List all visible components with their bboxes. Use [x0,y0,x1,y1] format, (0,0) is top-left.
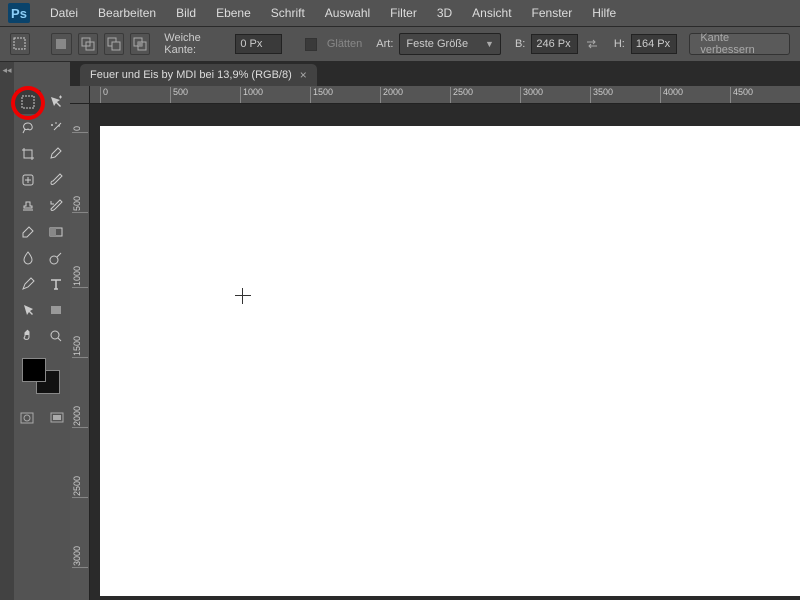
menu-filter[interactable]: Filter [380,2,427,24]
mode-label: Art: [376,38,393,50]
tool-magic-wand[interactable] [43,116,69,140]
options-bar: Weiche Kante: 0 Px Glätten Art: Feste Gr… [0,26,800,62]
menu-fenster[interactable]: Fenster [522,2,583,24]
refine-edge-button[interactable]: Kante verbessern [689,33,790,55]
tool-move[interactable] [43,90,69,114]
menubar: Ps DateiBearbeitenBildEbeneSchriftAuswah… [0,0,800,26]
tool-rectangle[interactable] [43,298,69,322]
menu-schrift[interactable]: Schrift [261,2,315,24]
menu-hilfe[interactable]: Hilfe [582,2,626,24]
screenmode-icon[interactable] [44,406,70,430]
close-icon[interactable]: × [300,68,307,82]
ruler-tick: 1500 [72,336,88,358]
ruler-tick: 2500 [450,87,473,103]
tool-gradient[interactable] [43,220,69,244]
ruler-tick: 0 [100,87,108,103]
tool-dodge[interactable] [43,246,69,270]
tool-healing[interactable] [15,168,41,192]
smooth-label: Glätten [327,38,362,50]
height-input[interactable]: 164 Px [631,34,677,54]
tool-path-select[interactable] [15,298,41,322]
foreground-swatch[interactable] [22,358,46,382]
menu-ebene[interactable]: Ebene [206,2,261,24]
menu-ansicht[interactable]: Ansicht [462,2,521,24]
ruler-tick: 1500 [310,87,333,103]
tool-lasso[interactable] [15,116,41,140]
width-input[interactable]: 246 Px [531,34,577,54]
toolbox [14,62,70,600]
tool-type[interactable] [43,272,69,296]
workspace: ◂◂ Feuer und Eis by MDI bei 13,9% (RGB/8… [0,62,800,600]
mode-add-icon[interactable] [78,33,98,55]
tool-stamp[interactable] [15,194,41,218]
ruler-tick: 500 [170,87,188,103]
canvas-container: 0 500 1000 1500 2000 2500 3000 3500 4000 4500 0 50… [70,86,800,600]
tab-strip: Feuer und Eis by MDI bei 13,9% (RGB/8) × [70,62,800,86]
tool-preset-icon[interactable] [10,33,30,55]
tool-brush[interactable] [43,168,69,192]
tool-history-brush[interactable] [43,194,69,218]
document-area: Feuer und Eis by MDI bei 13,9% (RGB/8) ×… [70,62,800,600]
tool-zoom[interactable] [43,324,69,348]
tab-title: Feuer und Eis by MDI bei 13,9% (RGB/8) [90,69,292,81]
mode-subtract-icon[interactable] [104,33,124,55]
tool-marquee[interactable] [15,90,41,114]
ruler-tick: 2000 [380,87,403,103]
tool-hand[interactable] [15,324,41,348]
width-label: B: [515,38,525,50]
collapse-strip[interactable]: ◂◂ [0,62,14,600]
tool-eraser[interactable] [15,220,41,244]
app-logo[interactable]: Ps [8,3,30,23]
ruler-tick: 2000 [72,406,88,428]
ruler-tick: 4000 [660,87,683,103]
tool-blur[interactable] [15,246,41,270]
height-label: H: [614,38,625,50]
tool-pen[interactable] [15,272,41,296]
mode-intersect-icon[interactable] [130,33,150,55]
ruler-tick: 1000 [72,266,88,288]
canvas[interactable] [100,126,800,596]
color-swatches[interactable] [20,356,64,398]
tool-eyedropper[interactable] [43,142,69,166]
quickmask-icon[interactable] [14,406,40,430]
ruler-tick: 3000 [72,546,88,568]
document-tab[interactable]: Feuer und Eis by MDI bei 13,9% (RGB/8) × [80,64,317,86]
ruler-tick: 1000 [240,87,263,103]
tool-crop[interactable] [15,142,41,166]
cursor-crosshair [235,288,251,304]
menu-bild[interactable]: Bild [166,2,206,24]
soft-edge-label: Weiche Kante: [164,32,229,56]
swap-dims-icon[interactable] [584,35,600,53]
ruler-tick: 2500 [72,476,88,498]
ruler-tick: 3000 [520,87,543,103]
ruler-corner[interactable] [70,86,90,104]
soft-edge-input[interactable]: 0 Px [235,34,281,54]
ruler-tick: 500 [72,196,88,213]
ruler-tick: 0 [72,126,88,133]
mode-new-icon[interactable] [51,33,71,55]
smooth-checkbox[interactable] [305,38,317,51]
menu-bearbeiten[interactable]: Bearbeiten [88,2,166,24]
menu-3d[interactable]: 3D [427,2,462,24]
menu-auswahl[interactable]: Auswahl [315,2,380,24]
ruler-tick: 4500 [730,87,753,103]
ruler-vertical[interactable]: 0 500 1000 1500 2000 2500 3000 [70,104,90,600]
ruler-tick: 3500 [590,87,613,103]
mode-select[interactable]: Feste Größe▼ [399,33,501,55]
ruler-horizontal[interactable]: 0 500 1000 1500 2000 2500 3000 3500 4000 4500 [90,86,800,104]
menu-datei[interactable]: Datei [40,2,88,24]
